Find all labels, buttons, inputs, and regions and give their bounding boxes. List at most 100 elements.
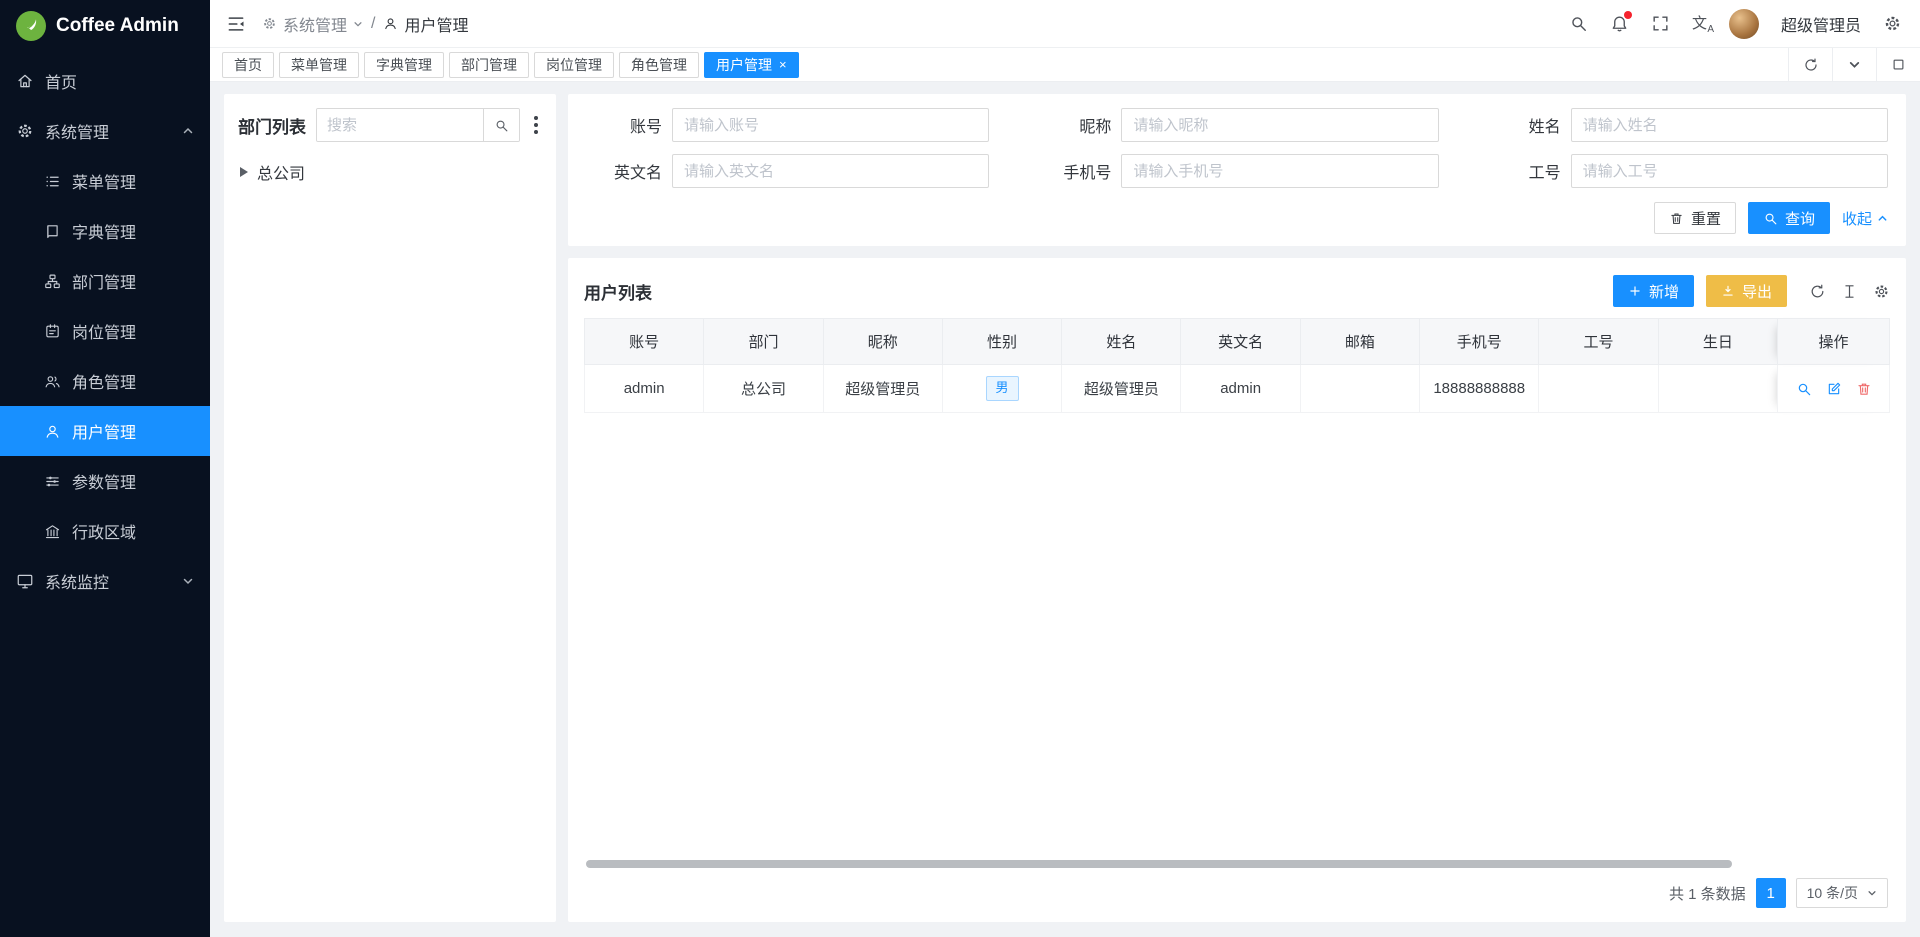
user-list-title: 用户列表: [584, 279, 652, 304]
english-name-label: 英文名: [586, 159, 672, 183]
table-tool-icons: [1809, 283, 1890, 300]
coffee-logo-icon: [16, 11, 46, 41]
collapse-form-link[interactable]: 收起: [1842, 208, 1888, 229]
sidebar-subitem-dict-mgmt[interactable]: 字典管理: [0, 206, 210, 256]
tab-user-mgmt[interactable]: 用户管理×: [704, 52, 799, 78]
english-name-field[interactable]: [672, 154, 989, 188]
refresh-icon[interactable]: [1809, 283, 1826, 300]
search-form-grid: 账号 昵称 姓名 英文名: [586, 108, 1888, 188]
department-search-button[interactable]: [483, 109, 519, 141]
tab-dept-mgmt[interactable]: 部门管理: [449, 52, 529, 78]
notification-bell-icon[interactable]: [1610, 14, 1629, 33]
sidebar-subitem-user-mgmt[interactable]: 用户管理: [0, 406, 210, 456]
user-list-header: 用户列表 新增 导出: [584, 268, 1890, 314]
settings-gear-icon[interactable]: [1883, 14, 1902, 33]
edit-icon[interactable]: [1826, 381, 1842, 397]
account-field[interactable]: [672, 108, 989, 142]
export-button[interactable]: 导出: [1706, 275, 1787, 307]
more-options-icon[interactable]: [530, 114, 542, 136]
topbar: 系统管理 / 用户管理 文A 超级管理员: [210, 0, 1920, 48]
tab-dict-mgmt[interactable]: 字典管理: [364, 52, 444, 78]
fullscreen-icon[interactable]: [1651, 14, 1670, 33]
query-button[interactable]: 查询: [1748, 202, 1830, 234]
sidebar-menu: 首页 系统管理 菜单管理 字典管理 部门管理: [0, 52, 210, 937]
name-field[interactable]: [1571, 108, 1888, 142]
tab-role-mgmt[interactable]: 角色管理: [619, 52, 699, 78]
refresh-icon[interactable]: [1788, 48, 1832, 81]
content-maximize-icon[interactable]: [1876, 48, 1920, 81]
page-size-select[interactable]: 10 条/页: [1796, 878, 1888, 908]
phone-field[interactable]: [1121, 154, 1438, 188]
search-icon[interactable]: [1569, 14, 1588, 33]
cell-nickname: 超级管理员: [823, 365, 942, 413]
sidebar-item-label: 部门管理: [72, 269, 136, 293]
sidebar-item-label: 用户管理: [72, 419, 136, 443]
tree-node-label: 总公司: [257, 160, 305, 184]
search-icon: [494, 118, 509, 133]
table-row[interactable]: admin 总公司 超级管理员 男 超级管理员 admin 1888888888…: [585, 365, 1890, 413]
topbar-actions: 文A 超级管理员: [1569, 9, 1902, 39]
row-height-icon[interactable]: [1841, 283, 1858, 300]
delete-icon[interactable]: [1856, 381, 1872, 397]
column-header-nickname: 昵称: [823, 319, 942, 365]
tab-post-mgmt[interactable]: 岗位管理: [534, 52, 614, 78]
breadcrumb-page[interactable]: 用户管理: [383, 12, 468, 36]
tab-home[interactable]: 首页: [222, 52, 274, 78]
nickname-field[interactable]: [1121, 108, 1438, 142]
column-header-email: 邮箱: [1300, 319, 1419, 365]
tabbar: 首页 菜单管理 字典管理 部门管理 岗位管理 角色管理 用户管理×: [210, 48, 1920, 82]
sidebar-subitem-param-mgmt[interactable]: 参数管理: [0, 456, 210, 506]
sidebar-item-system-mgmt[interactable]: 系统管理: [0, 106, 210, 156]
breadcrumb-section[interactable]: 系统管理: [262, 12, 363, 36]
cell-job-number: [1539, 365, 1658, 413]
name-label: 姓名: [1485, 113, 1571, 137]
column-header-department: 部门: [704, 319, 823, 365]
current-user-name[interactable]: 超级管理员: [1781, 12, 1861, 36]
pagination-total: 共 1 条数据: [1669, 883, 1746, 904]
sidebar-submenu-system: 菜单管理 字典管理 部门管理 岗位管理 角色管理: [0, 156, 210, 556]
plus-icon: [1628, 284, 1642, 298]
sidebar-subitem-region[interactable]: 行政区域: [0, 506, 210, 556]
sidebar: Coffee Admin 首页 系统管理 菜单管理 字典管理: [0, 0, 210, 937]
nickname-label: 昵称: [1035, 113, 1121, 137]
job-number-field[interactable]: [1571, 154, 1888, 188]
chevron-down-icon: [182, 575, 194, 587]
app-window: Coffee Admin 首页 系统管理 菜单管理 字典管理: [0, 0, 1920, 937]
app-logo[interactable]: Coffee Admin: [0, 0, 210, 52]
tab-menu-mgmt[interactable]: 菜单管理: [279, 52, 359, 78]
avatar[interactable]: [1729, 9, 1759, 39]
sidebar-item-system-monitor[interactable]: 系统监控: [0, 556, 210, 606]
search-form-card: 账号 昵称 姓名 英文名: [568, 94, 1906, 246]
add-user-button[interactable]: 新增: [1613, 275, 1694, 307]
sidebar-item-home[interactable]: 首页: [0, 56, 210, 106]
cell-birthday: [1658, 365, 1777, 413]
horizontal-scrollbar[interactable]: [586, 860, 1888, 868]
tab-dropdown-caret-icon[interactable]: [1832, 48, 1876, 81]
tab-list: 首页 菜单管理 字典管理 部门管理 岗位管理 角色管理 用户管理×: [222, 52, 799, 78]
user-icon: [44, 423, 61, 440]
cell-account: admin: [585, 365, 704, 413]
breadcrumb-separator: /: [371, 15, 375, 33]
department-panel-title: 部门列表: [238, 113, 306, 138]
sidebar-subitem-menu-mgmt[interactable]: 菜单管理: [0, 156, 210, 206]
breadcrumb-page-label: 用户管理: [404, 12, 468, 36]
sidebar-subitem-post-mgmt[interactable]: 岗位管理: [0, 306, 210, 356]
scrollbar-thumb[interactable]: [586, 860, 1732, 868]
sidebar-fold-icon[interactable]: [226, 14, 246, 34]
caret-down-icon: [353, 19, 363, 29]
menu-list-icon: [44, 173, 61, 190]
form-item-name: 姓名: [1485, 108, 1888, 142]
translate-icon[interactable]: 文A: [1692, 16, 1707, 31]
breadcrumb: 系统管理 / 用户管理: [262, 12, 468, 36]
reset-button[interactable]: 重置: [1654, 202, 1736, 234]
sidebar-subitem-dept-mgmt[interactable]: 部门管理: [0, 256, 210, 306]
sidebar-subitem-role-mgmt[interactable]: 角色管理: [0, 356, 210, 406]
department-search-input[interactable]: [317, 109, 483, 141]
tree-caret-icon[interactable]: [240, 167, 248, 177]
tree-node-root[interactable]: 总公司: [238, 160, 542, 184]
table-settings-gear-icon[interactable]: [1873, 283, 1890, 300]
tab-close-icon[interactable]: ×: [779, 58, 787, 71]
view-detail-icon[interactable]: [1796, 381, 1812, 397]
pagination-page-1[interactable]: 1: [1756, 878, 1786, 908]
table-empty-space: [584, 413, 1890, 854]
